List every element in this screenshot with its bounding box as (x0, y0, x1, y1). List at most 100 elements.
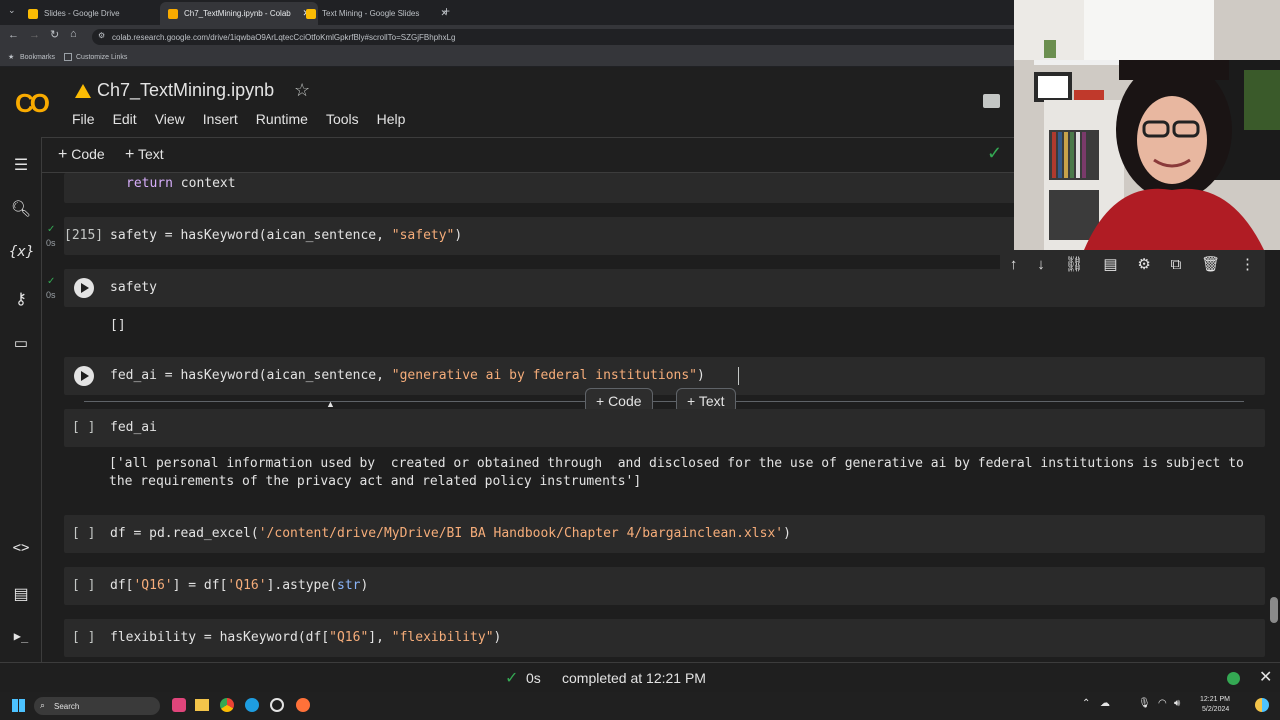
toc-icon[interactable]: ☰ (9, 155, 33, 177)
delete-icon[interactable]: 🗑︎ (1201, 255, 1220, 273)
code-text: ) (783, 526, 791, 541)
code-cell-flexibility[interactable]: [ ] flexibility = hasKeyword(df["Q16"], … (64, 619, 1265, 657)
code-snippets-icon[interactable]: <> (9, 540, 33, 562)
slides-favicon-icon (306, 8, 316, 19)
tab-colab[interactable]: Ch7_TextMining.ipynb - Colab ✕ (160, 2, 318, 25)
status-exec-time: 0s (526, 670, 541, 686)
close-status-icon[interactable]: ✕ (1259, 667, 1272, 687)
code-string: "Q16" (329, 630, 369, 645)
menu-insert[interactable]: Insert (203, 111, 238, 127)
notebook-title[interactable]: Ch7_TextMining.ipynb (97, 80, 274, 101)
url-bar[interactable]: ⚙ colab.research.google.com/drive/1iqwba… (92, 29, 1022, 45)
cell-code: df = pd.read_excel('/content/drive/MyDri… (110, 526, 791, 541)
add-text-button[interactable]: + Text (125, 146, 164, 164)
notebook-scrollbar[interactable] (1270, 597, 1278, 623)
tab-title: Ch7_TextMining.ipynb - Colab (184, 9, 291, 18)
status-bar: ✓ 0s completed at 12:21 PM ✕ (0, 662, 1280, 692)
taskbar-search[interactable]: ⌕ Search (34, 697, 160, 715)
mirror-cell-icon[interactable]: ⧉ (1171, 256, 1182, 273)
menu-edit[interactable]: Edit (113, 111, 137, 127)
cell-toolbar: ↑ ↓ ⛓ ▤ ⚙ ⧉ 🗑︎ ⋮ (1000, 248, 1265, 280)
tray-chevron-icon[interactable]: ⌃ (1082, 698, 1090, 709)
clock-time[interactable]: 12:21 PM (1200, 696, 1230, 703)
code-cell-fed-ai[interactable]: fed_ai = hasKeyword(aican_sentence, "gen… (64, 357, 1265, 395)
menu-tools[interactable]: Tools (326, 111, 359, 127)
back-icon[interactable]: ← (8, 29, 19, 41)
run-cell-button[interactable] (74, 278, 94, 298)
tab-search-chevron-icon[interactable]: ⌄ (8, 5, 16, 16)
taskbar-app-screen-icon[interactable] (270, 698, 284, 712)
tab-slides[interactable]: Text Mining - Google Slides ✕ (298, 2, 456, 25)
code-text: flexibility = hasKeyword(df[ (110, 630, 330, 645)
exec-time: 0s (46, 238, 56, 248)
bookmarks-link[interactable]: Bookmarks (20, 54, 55, 61)
more-vert-icon[interactable]: ⋮ (1240, 255, 1255, 273)
notification-icon[interactable] (1255, 698, 1269, 712)
taskbar-app-explorer-icon[interactable] (195, 699, 209, 711)
menu-view[interactable]: View (155, 111, 185, 127)
cell-code: safety = hasKeyword(aican_sentence, "saf… (110, 228, 462, 243)
code-string: "flexibility" (391, 630, 494, 645)
move-up-icon[interactable]: ↑ (1010, 256, 1018, 273)
code-cell-read-excel[interactable]: [ ] df = pd.read_excel('/content/drive/M… (64, 515, 1265, 553)
code-cell-astype[interactable]: [ ] df['Q16'] = df['Q16'].astype(str) (64, 567, 1265, 605)
menu-help[interactable]: Help (377, 111, 406, 127)
new-tab-plus-icon[interactable]: + (443, 4, 450, 18)
taskbar-app-copilot-icon[interactable] (172, 698, 186, 712)
taskbar-app-chrome-icon[interactable] (220, 698, 234, 712)
windows-start-icon[interactable] (12, 699, 25, 712)
tray-mic-icon[interactable]: 🎙︎ (1138, 698, 1151, 709)
connected-check-icon[interactable]: ✓ (987, 143, 1002, 164)
code-string: 'Q16' (133, 578, 173, 593)
taskbar-app-edge-icon[interactable] (245, 698, 259, 712)
home-icon[interactable]: ⌂ (70, 28, 77, 40)
bookmarks-star-icon: ★ (8, 54, 15, 61)
code-text: ].astype( (266, 578, 338, 593)
link-icon[interactable]: ⛓ (1065, 255, 1084, 273)
add-code-button[interactable]: + Code (58, 146, 105, 164)
code-text: df = pd.read_excel( (110, 526, 259, 541)
execution-count: [ ] (72, 578, 96, 593)
code-builtin: str (337, 578, 361, 593)
taskbar-app-firefox-icon[interactable] (296, 698, 310, 712)
text-cursor (738, 367, 739, 385)
folder-icon[interactable]: ▭ (9, 334, 33, 356)
search-icon[interactable]: 🔍︎ (9, 199, 33, 221)
forward-icon[interactable]: → (29, 29, 40, 41)
colab-logo[interactable]: CO (15, 88, 50, 119)
move-down-icon[interactable]: ↓ (1037, 256, 1045, 273)
tray-volume-icon[interactable]: 🔊︎ (1174, 698, 1180, 709)
runtime-status-dot-icon[interactable] (1227, 672, 1240, 685)
variables-icon[interactable]: {x} (9, 244, 34, 266)
star-icon[interactable]: ☆ (294, 80, 310, 101)
comment-icon[interactable] (983, 94, 1000, 108)
command-palette-icon[interactable]: ▤ (9, 584, 33, 606)
status-check-icon: ✓ (505, 670, 519, 687)
settings-gear-icon[interactable]: ⚙ (1137, 255, 1150, 273)
terminal-icon[interactable]: ▶_ (9, 629, 33, 651)
code-string: 'Q16' (227, 578, 267, 593)
execution-count: [ ] (72, 526, 96, 541)
tray-cloud-icon[interactable]: ☁ (1100, 698, 1110, 709)
output-line: the requirements of the privacy act and … (109, 474, 642, 489)
code-cell-fed-ai-display[interactable]: [ ] fed_ai (64, 409, 1265, 447)
key-icon[interactable]: ⚷ (9, 289, 33, 311)
tray-wifi-icon[interactable]: ◠ (1158, 698, 1167, 709)
cell-code: safety (110, 280, 157, 295)
run-cell-button[interactable] (74, 366, 94, 386)
customize-links[interactable]: Customize Links (76, 54, 127, 61)
os-taskbar: ⌃ ☁ 🎙︎ ◠ 🔊︎ 12:21 PM 5/2/2024 (0, 692, 1280, 720)
menu-file[interactable]: File (72, 111, 95, 127)
code-string: "generative ai by federal institutions" (391, 368, 698, 383)
mouse-pointer-icon: ▲ (326, 399, 335, 409)
code-keyword: return (126, 176, 173, 191)
comment-icon[interactable]: ▤ (1103, 255, 1117, 273)
cell-code: fed_ai = hasKeyword(aican_sentence, "gen… (110, 368, 705, 383)
execution-count: [ ] (72, 630, 96, 645)
menu-runtime[interactable]: Runtime (256, 111, 308, 127)
tab-slides-drive[interactable]: Slides - Google Drive ✕ (20, 2, 178, 25)
reload-icon[interactable]: ↻ (50, 28, 59, 41)
clock-date[interactable]: 5/2/2024 (1202, 706, 1229, 713)
code-text: ], (368, 630, 392, 645)
site-info-icon[interactable]: ⚙ (98, 31, 105, 40)
